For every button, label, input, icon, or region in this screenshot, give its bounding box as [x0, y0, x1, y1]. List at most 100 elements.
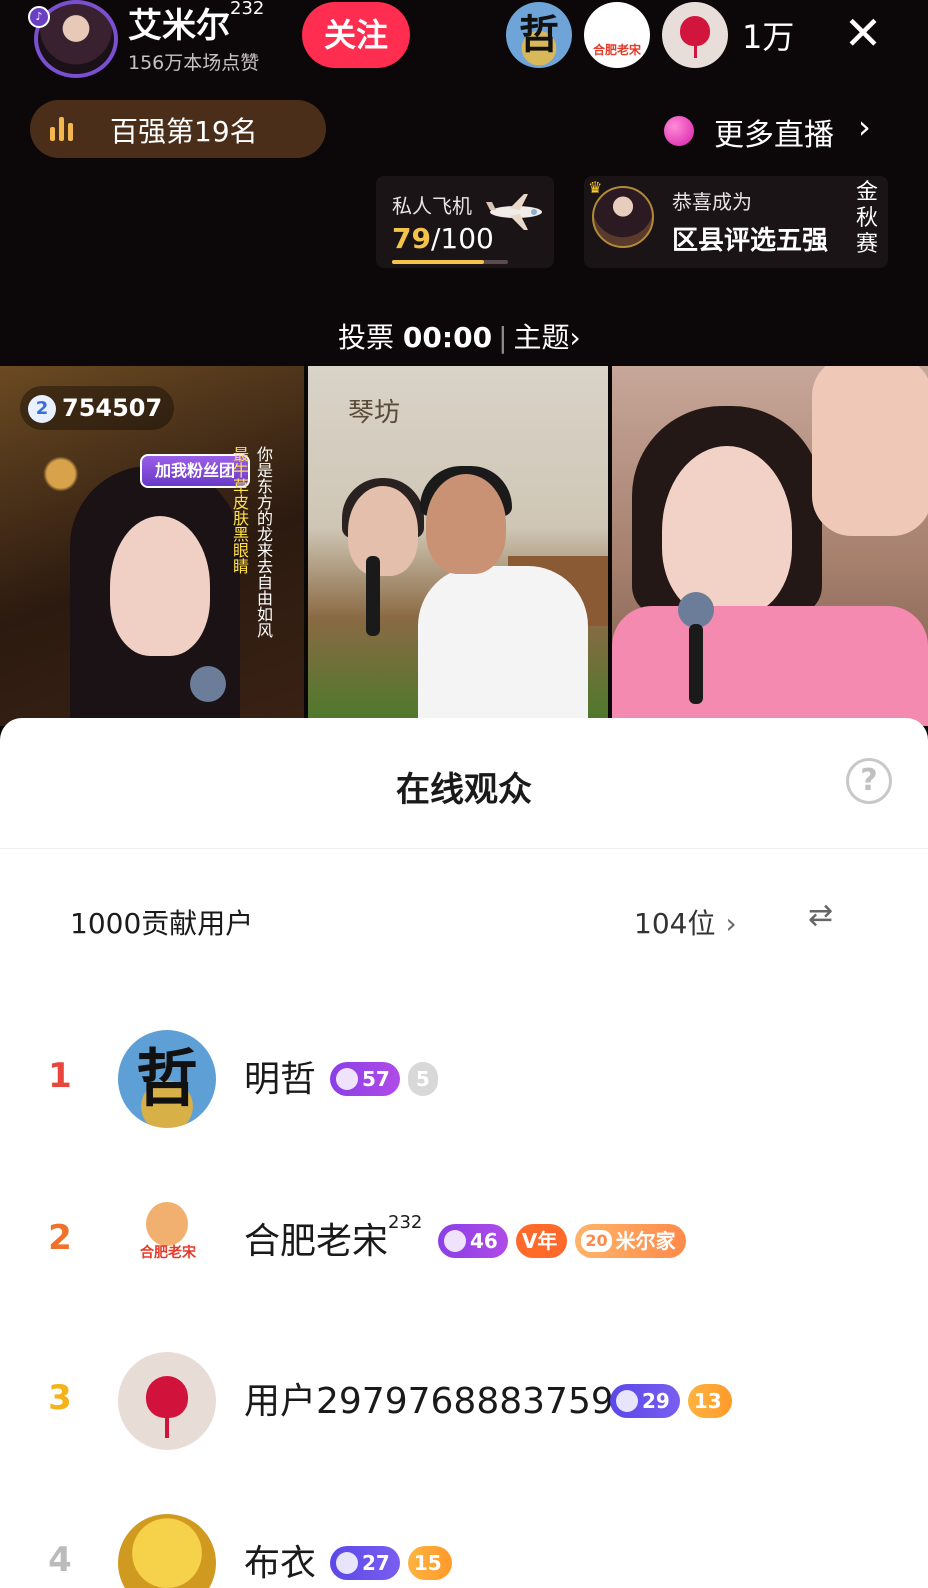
- level-value: 29: [642, 1389, 670, 1413]
- audience-row[interactable]: 1 哲 明哲 57 5: [0, 1030, 928, 1140]
- fan-level-badge: 13: [687, 1384, 732, 1418]
- switch-icon[interactable]: ⇄: [808, 898, 833, 933]
- rank-pill[interactable]: 百强第19名: [30, 100, 326, 158]
- performer-shirt: [612, 606, 928, 726]
- flower-icon: [146, 1376, 188, 1418]
- live-badge-icon: ♪: [28, 6, 50, 28]
- likes-count: 156万本场点赞: [128, 52, 260, 74]
- avatar-glyph: 哲: [519, 11, 559, 58]
- score-badge: 2 754507: [20, 386, 175, 430]
- progress-bar: [392, 260, 508, 264]
- level-icon: [616, 1390, 638, 1412]
- vote-prefix: 投票: [338, 321, 395, 354]
- user-badges: 29 13: [610, 1384, 740, 1418]
- audience-rank: 1: [48, 1056, 72, 1096]
- help-icon[interactable]: ?: [846, 758, 892, 804]
- performer-face: [348, 486, 418, 576]
- streamer-avatar[interactable]: ♪: [28, 0, 118, 78]
- video-tile-2[interactable]: 琴坊 1792980: [308, 366, 608, 726]
- top-viewer-avatar-3[interactable]: [662, 2, 728, 68]
- performer-face: [110, 516, 210, 656]
- progress-fill: [392, 260, 484, 264]
- balloon-icon: [664, 116, 694, 146]
- user-name[interactable]: 用户2979768883759: [244, 1372, 614, 1424]
- rank-label: 百强第19名: [110, 115, 258, 148]
- level-badge: 46: [438, 1224, 508, 1258]
- user-name[interactable]: 布衣: [244, 1534, 316, 1586]
- online-audience-panel: 在线观众 ? 1000贡献用户 104位 › ⇄ 1 哲 明哲 57 5 2 合肥老…: [0, 718, 928, 1588]
- user-name-text: 合肥老宋: [244, 1221, 389, 1262]
- audience-row[interactable]: 2 合肥老宋 合肥老宋232 46 V年 20 米尔家: [0, 1192, 928, 1302]
- user-avatar[interactable]: 合肥老宋: [118, 1192, 216, 1290]
- audience-rank: 3: [48, 1378, 72, 1418]
- user-avatar[interactable]: [118, 1352, 216, 1450]
- audience-count: 104位: [634, 907, 716, 940]
- fan-level-value: 20: [581, 1230, 612, 1252]
- streamer-level: 232: [230, 0, 265, 19]
- audience-row[interactable]: 3 用户2979768883759 29 13: [0, 1352, 928, 1462]
- fan-club-name: 米尔家: [615, 1229, 676, 1253]
- close-icon[interactable]: ✕: [838, 8, 888, 58]
- streamer-name[interactable]: 艾米尔232: [128, 0, 264, 47]
- avatar-caption: 合肥老宋: [592, 43, 641, 57]
- fan-level-value: 15: [413, 1551, 442, 1575]
- level-icon: [336, 1552, 358, 1574]
- level-value: 57: [362, 1067, 390, 1091]
- vote-bar[interactable]: 投票 00:00 | 主题›: [338, 316, 581, 356]
- top-viewer-avatar-1[interactable]: 哲: [506, 2, 572, 68]
- award-tag: 金秋赛: [855, 180, 878, 257]
- user-name-level: 232: [388, 1212, 423, 1233]
- user-name[interactable]: 合肥老宋232: [244, 1212, 422, 1264]
- performer-face: [426, 474, 506, 574]
- fan-level-value: 5: [415, 1067, 430, 1091]
- vote-separator: |: [498, 321, 508, 354]
- video-tile-1[interactable]: 加我粉丝团 你是东方的龙来去自由如风 最牛草皮肤黑眼睛 2 754507: [0, 366, 304, 726]
- award-line-1: 恭喜成为: [672, 190, 752, 214]
- level-icon: [336, 1068, 358, 1090]
- user-badges: 27 15: [330, 1546, 460, 1580]
- vip-label: 年: [537, 1229, 558, 1253]
- private-jet-card[interactable]: 私人飞机 79/100: [376, 176, 554, 268]
- level-badge: 57: [330, 1062, 400, 1096]
- vote-topic: 主题: [513, 321, 570, 354]
- user-avatar[interactable]: 哲: [118, 1030, 216, 1128]
- airplane-icon: [486, 194, 542, 230]
- chevron-right-icon: ›: [858, 108, 871, 146]
- top-viewer-avatar-2[interactable]: 合肥老宋: [584, 2, 650, 68]
- rank-number: 2: [28, 395, 56, 423]
- streamer-name-text: 艾米尔: [128, 6, 230, 46]
- performer-face: [662, 446, 792, 616]
- user-badges: 57 5: [330, 1062, 446, 1096]
- fan-level-value: 13: [693, 1389, 722, 1413]
- cartoon-figure-icon: [146, 1202, 188, 1246]
- pk-video-tiles: 加我粉丝团 你是东方的龙来去自由如风 最牛草皮肤黑眼睛 2754507 琴坊 1…: [0, 366, 928, 726]
- user-avatar[interactable]: [118, 1514, 216, 1588]
- level-badge: 27: [330, 1546, 400, 1580]
- tile-side-text-2: 最牛草皮肤黑眼睛: [230, 446, 249, 574]
- panel-title: 在线观众: [396, 770, 532, 810]
- audience-rank: 4: [48, 1540, 72, 1580]
- viewer-count[interactable]: 1万: [742, 12, 794, 58]
- user-name[interactable]: 明哲: [244, 1050, 316, 1102]
- level-badge: 29: [610, 1384, 680, 1418]
- microphone-icon: [366, 556, 380, 636]
- more-live-label: 更多直播: [714, 118, 834, 153]
- progress-current: 79: [392, 222, 431, 255]
- video-tile-3[interactable]: 5177782: [612, 366, 928, 726]
- award-card[interactable]: ♛ 恭喜成为 区县评选五强 金秋赛: [584, 176, 888, 268]
- vote-timer: 00:00: [402, 321, 493, 354]
- audience-row[interactable]: 4 布衣 27 15: [0, 1514, 928, 1588]
- fan-level-badge: 15: [407, 1546, 452, 1580]
- level-icon: [444, 1230, 466, 1252]
- fan-level-badge: 5: [407, 1062, 438, 1096]
- bar-chart-icon: [50, 117, 76, 141]
- audience-count-link[interactable]: 104位 ›: [634, 902, 737, 942]
- flower-stem: [165, 1414, 169, 1438]
- follow-button[interactable]: 关注: [302, 2, 410, 68]
- level-value: 46: [470, 1229, 498, 1253]
- contributors-label: 1000贡献用户: [70, 907, 254, 940]
- private-jet-progress: 79/100: [392, 222, 494, 255]
- score-value: 754507: [62, 394, 163, 422]
- divider: [0, 848, 928, 849]
- microphone-icon: [678, 592, 714, 628]
